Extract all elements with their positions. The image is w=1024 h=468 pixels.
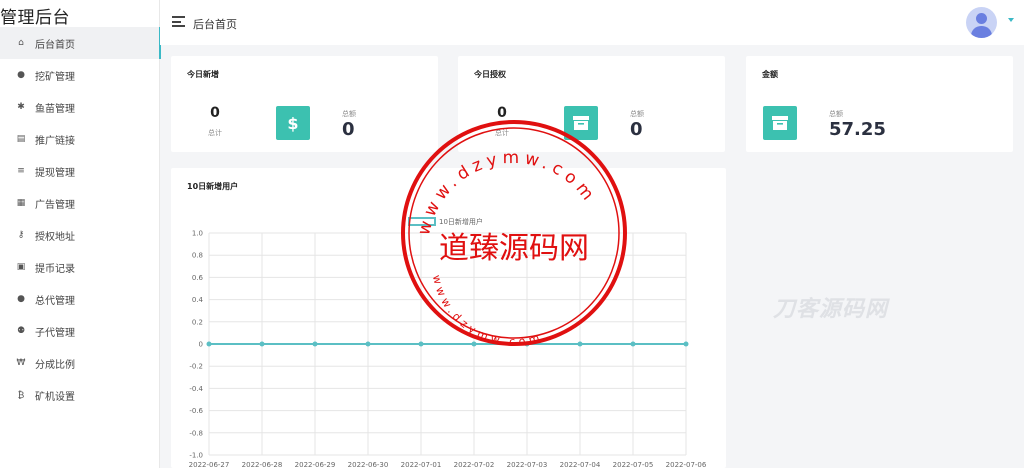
line-chart: 1.00.80.60.40.20-0.2-0.4-0.6-0.8-1.02022… <box>189 217 707 468</box>
y-tick-label: -0.4 <box>189 385 203 393</box>
sidebar-item-label: 挖矿管理 <box>35 71 75 83</box>
users-icon: ⚉ <box>16 326 26 336</box>
sidebar-item-withdraw[interactable]: ≡ 提现管理 <box>0 155 160 187</box>
archive-icon <box>763 106 797 140</box>
data-point <box>577 341 583 347</box>
sidebar-item-label: 授权地址 <box>35 231 75 243</box>
count-label: 总计 <box>495 129 509 137</box>
x-tick-label: 2022-06-27 <box>189 461 230 468</box>
today-auth-card: 今日授权 0 总计 总额 0 <box>458 56 725 152</box>
count-value: 0 <box>497 105 507 121</box>
data-point <box>206 341 212 347</box>
x-tick-label: 2022-07-05 <box>613 461 654 468</box>
data-point <box>471 341 477 347</box>
y-tick-label: 0 <box>199 341 203 349</box>
y-tick-label: -1.0 <box>189 452 203 460</box>
y-tick-label: 0.4 <box>192 296 204 304</box>
home-icon: ⌂ <box>18 38 24 48</box>
card-title: 今日授权 <box>474 70 506 79</box>
x-tick-label: 2022-06-29 <box>295 461 336 468</box>
sidebar-item-promo-link[interactable]: ▤ 推广链接 <box>0 123 160 155</box>
sidebar-item-label: 子代管理 <box>35 327 75 339</box>
total-label: 总额 <box>630 110 644 118</box>
avatar[interactable] <box>966 7 997 38</box>
y-tick-label: 0.2 <box>192 318 203 326</box>
count-value: 0 <box>210 105 220 121</box>
archive-icon <box>564 106 598 140</box>
sidebar-item-share-ratio[interactable]: ₩ 分成比例 <box>0 347 160 379</box>
won-icon: ₩ <box>16 358 26 368</box>
y-tick-label: -0.2 <box>189 363 203 371</box>
sidebar-item-fry[interactable]: ✱ 鱼苗管理 <box>0 91 160 123</box>
sidebar-item-label: 提币记录 <box>35 263 75 275</box>
x-tick-label: 2022-07-02 <box>454 461 495 468</box>
sidebar-item-label: 鱼苗管理 <box>35 103 75 115</box>
x-tick-label: 2022-07-03 <box>507 461 548 468</box>
grid-icon: ▦ <box>16 198 26 208</box>
y-tick-label: 0.8 <box>192 252 203 260</box>
sidebar-item-label: 提现管理 <box>35 167 75 179</box>
y-tick-label: -0.6 <box>189 407 203 415</box>
chart-card: 10日新增用户 1.0 0.8 0.6 0.4 0.2 0 -0.2 -0.4 -0.6 -0.8… <box>171 168 726 468</box>
sidebar-item-label: 后台首页 <box>35 39 75 51</box>
user-icon: ● <box>17 294 25 304</box>
sidebar-item-home[interactable]: ⌂ 后台首页 <box>0 27 161 59</box>
document-icon: ▤ <box>16 134 26 144</box>
sidebar-item-miner-settings[interactable]: ₿ 矿机设置 <box>0 379 160 411</box>
amount-card: 金额 总额 57.25 <box>746 56 1013 152</box>
sidebar-item-label: 分成比例 <box>35 359 75 371</box>
x-tick-label: 2022-07-04 <box>560 461 601 468</box>
data-point <box>524 341 530 347</box>
sidebar-item-label: 广告管理 <box>35 199 75 211</box>
legend-label: 10日新增用户 <box>439 217 483 226</box>
data-point <box>312 341 318 347</box>
sidebar-item-label: 推广链接 <box>35 135 75 147</box>
sidebar-item-label: 矿机设置 <box>35 391 75 403</box>
top-header: 后台首页 <box>160 0 1024 45</box>
card-title: 今日新增 <box>187 70 219 79</box>
page-title: 后台首页 <box>193 18 237 31</box>
sidebar-item-sub-agent[interactable]: ⚉ 子代管理 <box>0 315 160 347</box>
data-point <box>259 341 265 347</box>
total-value: 0 <box>630 119 643 140</box>
chevron-down-icon[interactable] <box>1008 18 1014 22</box>
bug-icon: ✱ <box>17 102 25 112</box>
user-icon: ● <box>17 70 25 80</box>
x-tick-label: 2022-06-28 <box>242 461 283 468</box>
record-icon: ▣ <box>16 262 26 272</box>
sidebar-item-mining[interactable]: ● 挖矿管理 <box>0 59 160 91</box>
data-point <box>365 341 371 347</box>
total-label: 总额 <box>829 110 843 118</box>
data-point <box>418 341 424 347</box>
sidebar-item-withdraw-records[interactable]: ▣ 提币记录 <box>0 251 160 283</box>
sidebar-item-label: 总代管理 <box>35 295 75 307</box>
legend-swatch <box>408 217 436 226</box>
count-label: 总计 <box>208 129 222 137</box>
data-point <box>630 341 636 347</box>
data-point <box>683 341 689 347</box>
total-value: 57.25 <box>829 119 886 140</box>
today-new-card: 今日新增 0 总计 $ 总额 0 <box>171 56 438 152</box>
list-icon: ≡ <box>17 166 25 176</box>
total-label: 总额 <box>342 110 356 118</box>
y-tick-label: 1.0 <box>192 230 203 238</box>
sidebar-menu: ⌂ 后台首页 ● 挖矿管理 ✱ 鱼苗管理 ▤ 推广链接 ≡ 提现管理 ▦ 广告管… <box>0 27 161 411</box>
sidebar: 管理后台 ⌂ 后台首页 ● 挖矿管理 ✱ 鱼苗管理 ▤ 推广链接 ≡ 提现管理 … <box>0 0 161 468</box>
x-tick-label: 2022-07-01 <box>401 461 442 468</box>
total-value: 0 <box>342 119 355 140</box>
key-icon: ⚷ <box>17 230 25 240</box>
y-tick-label: -0.8 <box>189 429 203 437</box>
bitcoin-icon: ₿ <box>17 390 25 401</box>
app-title: 管理后台 <box>0 8 70 28</box>
y-tick-label: 0.6 <box>192 274 204 282</box>
sidebar-item-ads[interactable]: ▦ 广告管理 <box>0 187 160 219</box>
x-tick-label: 2022-06-30 <box>348 461 389 468</box>
brand-watermark: 刀客源码网 <box>773 297 889 322</box>
sidebar-item-general-agent[interactable]: ● 总代管理 <box>0 283 160 315</box>
sidebar-item-auth-address[interactable]: ⚷ 授权地址 <box>0 219 160 251</box>
card-title: 金额 <box>762 70 778 79</box>
x-tick-label: 2022-07-06 <box>666 461 707 468</box>
dollar-icon: $ <box>276 106 310 140</box>
menu-toggle-icon[interactable] <box>172 16 185 27</box>
